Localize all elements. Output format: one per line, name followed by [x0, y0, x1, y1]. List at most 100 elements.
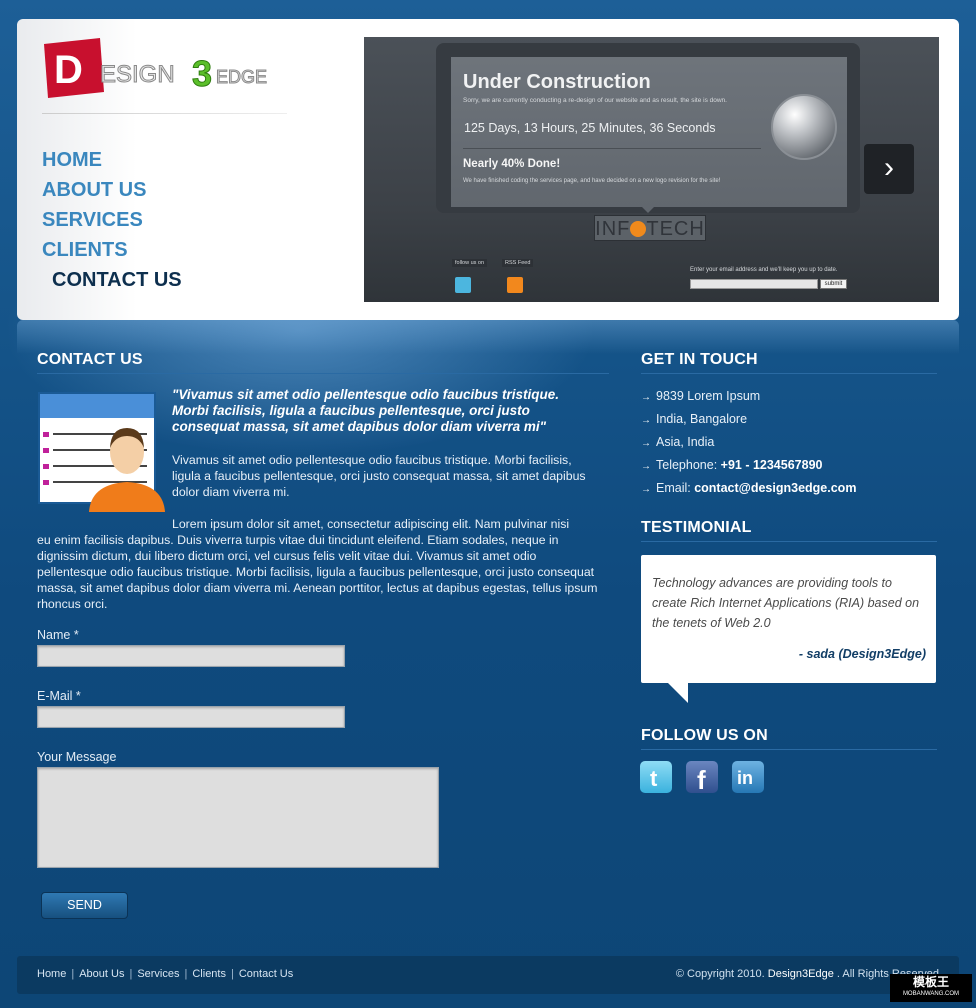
testimonial-text: Technology advances are providing tools …: [652, 576, 920, 630]
site-logo[interactable]: D ESIGN 3 EDGE: [42, 36, 282, 100]
contact-heading: CONTACT US: [37, 351, 143, 368]
contact-paragraph-1: Vivamus sit amet odio pellentesque odio …: [172, 453, 586, 499]
contact-paragraph-2: eu enim facilisis dapibus. Duis viverra …: [37, 533, 598, 611]
footer-link-home[interactable]: Home: [37, 968, 66, 980]
linkedin-icon[interactable]: in: [732, 761, 764, 793]
arrow-icon: →: [641, 461, 651, 472]
svg-text:EDGE: EDGE: [216, 67, 267, 87]
email-value[interactable]: contact@design3edge.com: [694, 481, 856, 495]
nav-services[interactable]: SERVICES: [42, 205, 182, 235]
slide-divider: [463, 148, 761, 149]
nav-home[interactable]: HOME: [42, 145, 182, 175]
facebook-letter: f: [697, 765, 706, 793]
page: D ESIGN 3 EDGE HOME ABOUT US SERVICES CL…: [0, 0, 976, 1008]
testimonial-author: - sada (Design3Edge): [798, 647, 926, 661]
footer-separator: |: [71, 968, 75, 980]
slide-progress-label: Nearly 40% Done!: [463, 158, 561, 170]
slide-brand-left: INF: [595, 218, 631, 240]
telephone-label: Telephone:: [656, 458, 721, 472]
slide-brand: INF TECH: [594, 215, 706, 241]
twitter-letter: t: [650, 766, 658, 791]
nav-clients[interactable]: CLIENTS: [42, 235, 182, 265]
arrow-icon: →: [641, 438, 651, 449]
slide-subtitle: Sorry, we are currently conducting a re-…: [463, 97, 727, 104]
watermark-sub: MOBANWANG.COM: [902, 991, 960, 997]
linkedin-letter: in: [737, 768, 753, 788]
email-line: → Email: contact@design3edge.com: [641, 478, 856, 501]
arrow-icon: →: [641, 484, 651, 495]
globe-wrench-icon: [771, 94, 837, 160]
svg-text:D: D: [54, 48, 83, 92]
brand-o-icon: [630, 221, 647, 237]
facebook-glyph: f: [697, 765, 706, 795]
slide-email-input: [690, 279, 818, 289]
address-text: Asia, India: [656, 435, 715, 449]
address-text: 9839 Lorem Ipsum: [656, 389, 761, 403]
svg-text:3: 3: [192, 53, 212, 94]
footer-link-about-us[interactable]: About Us: [79, 968, 124, 980]
address-line: → Asia, India: [641, 432, 856, 455]
nav-contact-us[interactable]: CONTACT US: [52, 265, 182, 295]
get-in-touch-rule: [641, 373, 937, 374]
testimonial-heading: TESTIMONIAL: [641, 519, 752, 536]
get-in-touch-heading: GET IN TOUCH: [641, 351, 758, 368]
contact-quote: "Vivamus sit amet odio pellentesque odio…: [172, 387, 559, 434]
slide-email-prompt: Enter your email address and we'll keep …: [690, 267, 838, 273]
email-label-text: Email:: [656, 481, 695, 495]
slide-title: Under Construction: [463, 71, 651, 93]
address-text: India, Bangalore: [656, 412, 748, 426]
footer-link-services[interactable]: Services: [137, 968, 179, 980]
logo-divider: [42, 113, 287, 114]
copyright-brand: Design3Edge: [767, 968, 834, 980]
copyright-prefix: © Copyright 2010.: [675, 968, 765, 980]
testimonial-rule: [641, 541, 937, 542]
slide-follow-label: follow us on: [452, 259, 488, 267]
footer-link-clients[interactable]: Clients: [192, 968, 226, 980]
footer-nav: Home | About Us | Services | Clients | Contact U…: [37, 968, 293, 980]
contact-details-list: → 9839 Lorem Ipsum → India, Bangalore → Asi…: [641, 386, 856, 501]
nav-about-us[interactable]: ABOUT US: [42, 175, 182, 205]
contact-paragraph-2-start: Lorem ipsum dolor sit amet, consectetur …: [172, 517, 570, 531]
footer-link-contact-us[interactable]: Contact Us: [239, 968, 293, 980]
header: D ESIGN 3 EDGE HOME ABOUT US SERVICES CL…: [17, 19, 959, 320]
address-line: → 9839 Lorem Ipsum: [641, 386, 856, 409]
footer: Home | About Us | Services | Clients | Contact U…: [17, 956, 959, 994]
telephone-value: +91 - 1234567890: [720, 458, 823, 472]
svg-text:ESIGN: ESIGN: [100, 61, 175, 88]
arrow-icon: →: [641, 415, 651, 426]
follow-heading: FOLLOW US ON: [641, 727, 768, 744]
footer-separator: |: [184, 968, 188, 980]
name-label: Name *: [37, 628, 79, 642]
slide-rss-label: RSS Feed: [502, 259, 534, 267]
slide-submit-button: submit: [820, 279, 847, 289]
testimonial-box: Technology advances are providing tools …: [641, 555, 936, 683]
telephone-line: → Telephone: +91 - 1234567890: [641, 455, 856, 478]
watermark-main: 模板王: [912, 975, 949, 989]
name-input[interactable]: [37, 645, 345, 667]
send-button[interactable]: SEND: [41, 892, 128, 919]
follow-rule: [641, 749, 937, 750]
slide-note: We have finished coding the services pag…: [463, 178, 721, 184]
address-line: → India, Bangalore: [641, 409, 856, 432]
slide-brand-right: TECH: [646, 218, 705, 240]
twitter-icon[interactable]: t: [640, 761, 672, 793]
watermark-badge: 模板王 MOBANWANG.COM: [890, 974, 972, 1002]
testimonial-tail: [668, 683, 688, 703]
slider-next-button[interactable]: ›: [864, 144, 914, 194]
footer-separator: |: [230, 968, 234, 980]
twitter-glyph: t: [650, 766, 658, 791]
linkedin-glyph: in: [737, 768, 753, 788]
footer-separator: |: [129, 968, 133, 980]
contact-heading-rule: [37, 373, 609, 374]
chevron-right-icon: ›: [884, 151, 894, 184]
slide-twitter-icon: [455, 277, 471, 293]
message-textarea[interactable]: [37, 767, 439, 868]
content-top-band: [17, 320, 959, 354]
contact-card-icon: [38, 392, 165, 512]
message-label: Your Message: [37, 750, 117, 764]
main-nav: HOME ABOUT US SERVICES CLIENTS CONTACT U…: [42, 145, 182, 295]
slide-pointer: [642, 207, 654, 213]
email-input[interactable]: [37, 706, 345, 728]
slide-countdown: 125 Days, 13 Hours, 25 Minutes, 36 Secon…: [464, 121, 716, 135]
facebook-icon[interactable]: f: [686, 761, 718, 795]
